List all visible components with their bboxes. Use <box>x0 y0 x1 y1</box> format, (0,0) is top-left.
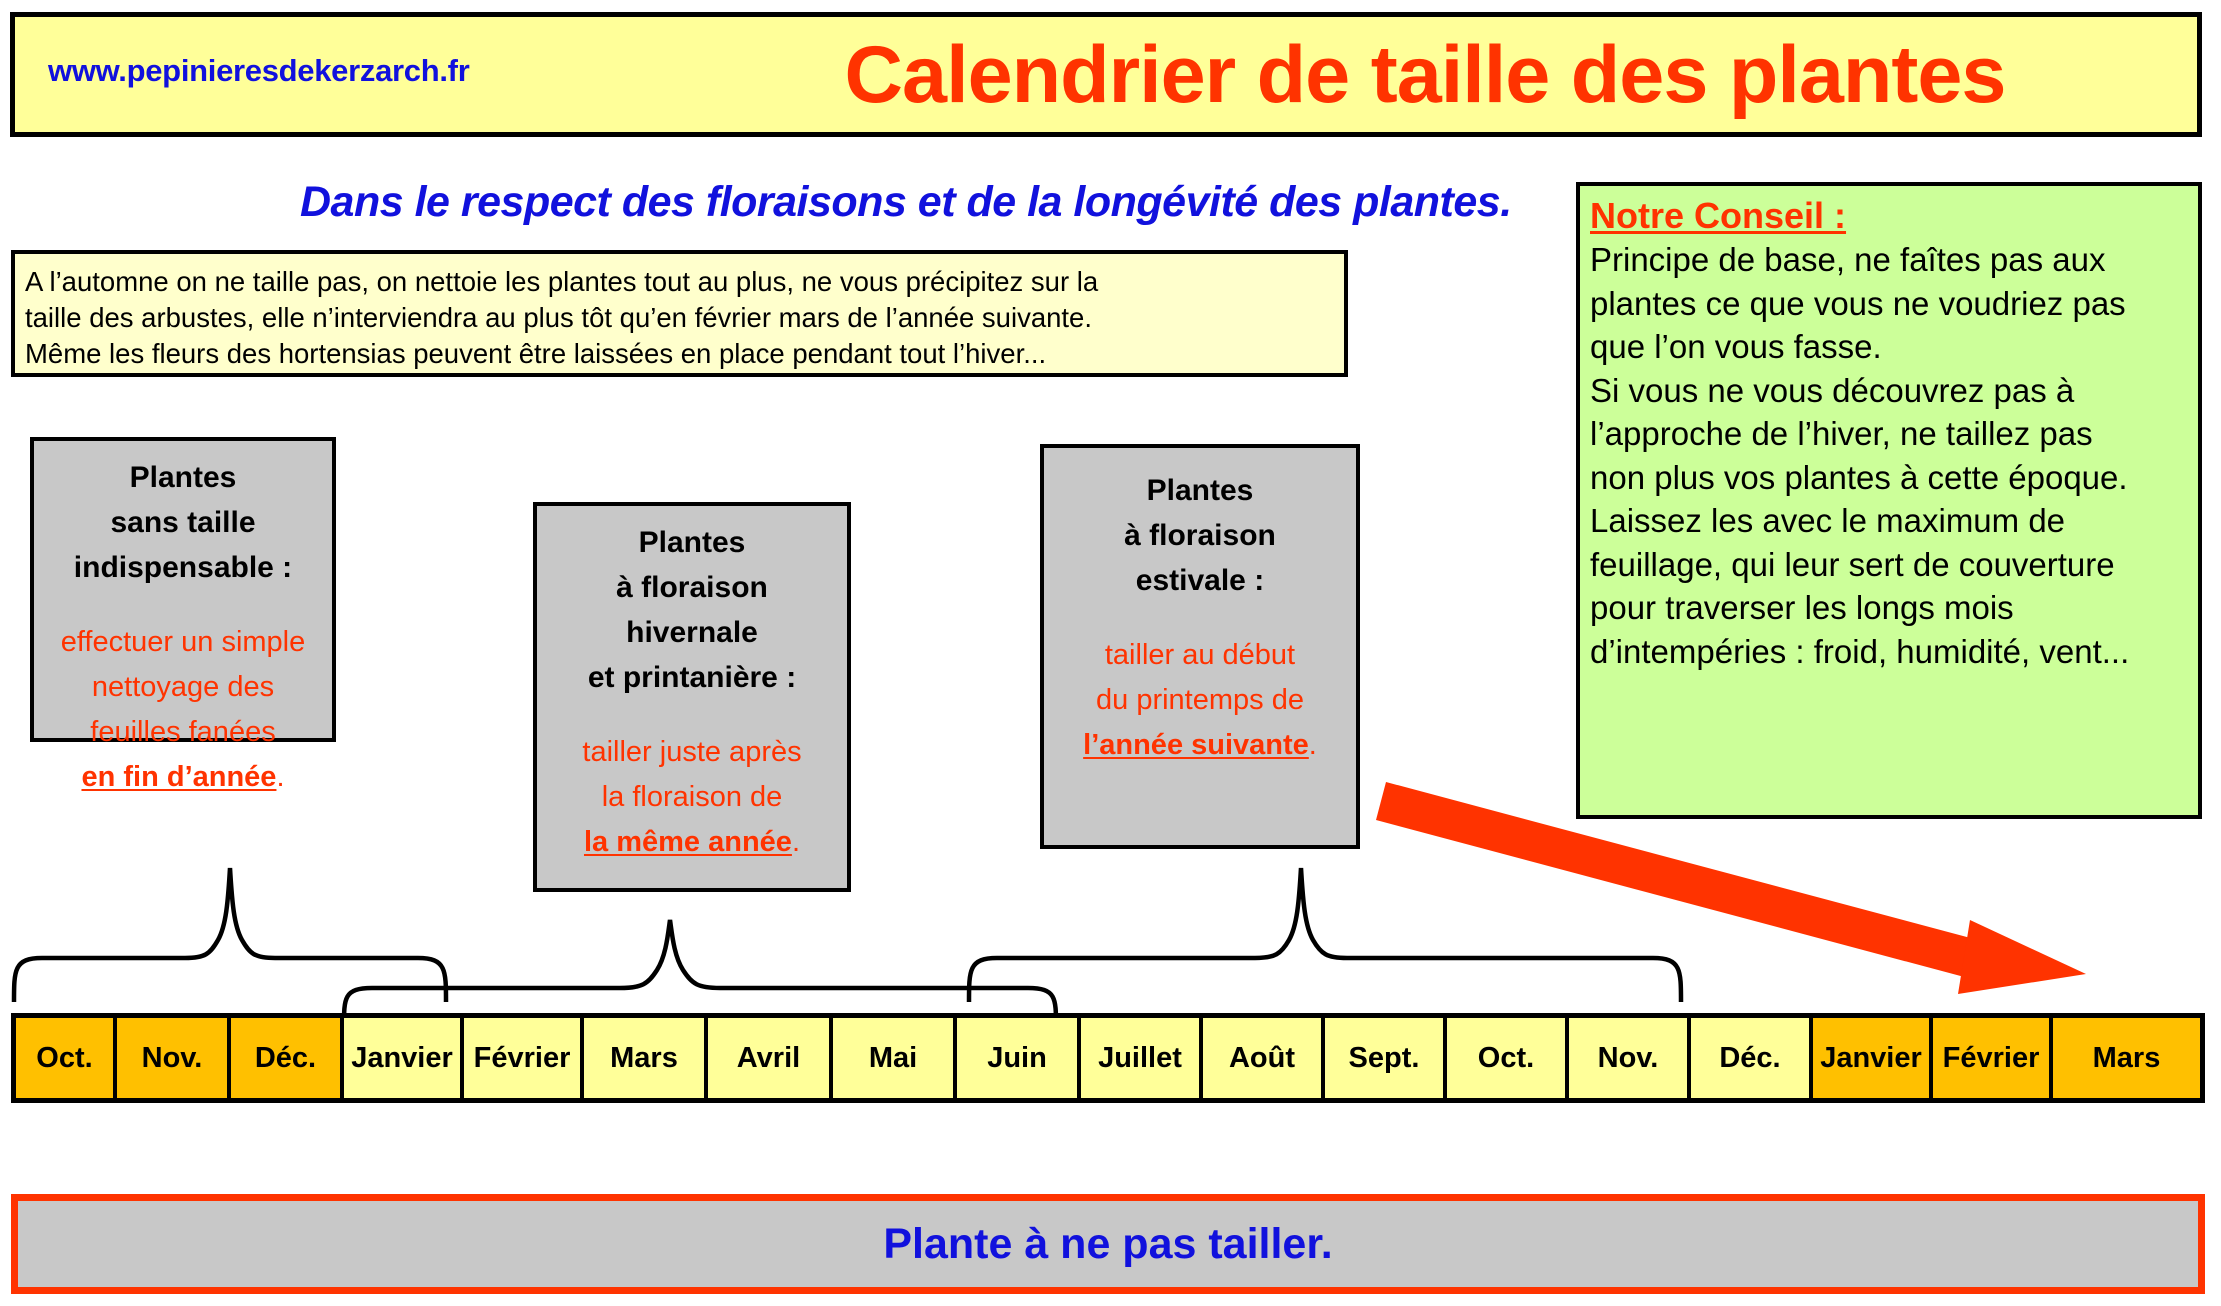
month-cell[interactable]: Janvier <box>1813 1018 1933 1098</box>
category-action-line: tailler juste après <box>582 736 802 768</box>
advice-line: l’approche de l’hiver, ne taillez pas <box>1590 415 2093 452</box>
month-cell[interactable]: Oct. <box>16 1018 117 1098</box>
month-cell[interactable]: Avril <box>708 1018 833 1098</box>
category-action-tail: . <box>276 761 285 793</box>
category-box-winter-spring-flowering: Plantes à floraison hivernale et printan… <box>533 502 851 892</box>
category-box-summer-flowering: Plantes à floraison estivale : tailler a… <box>1040 444 1360 849</box>
category-action-line: la floraison de <box>601 781 783 813</box>
category-action-line: du printemps de <box>1096 684 1304 716</box>
month-cell[interactable]: Juillet <box>1081 1018 1203 1098</box>
category-title-line: Plantes <box>129 461 237 494</box>
advice-line: Si vous ne vous découvrez pas à <box>1590 371 2075 409</box>
site-url-label: www.pepinieresdekerzarch.fr <box>48 53 470 88</box>
category-title-line: Plantes <box>1146 474 1254 507</box>
category-action-emphasis-line: la même année. <box>537 820 847 865</box>
category-action-emphasis: en fin d’année <box>81 761 277 793</box>
month-cell[interactable]: Sept. <box>1325 1018 1447 1098</box>
advice-title: Notre Conseil : <box>1590 195 1847 236</box>
advice-box: Notre Conseil : Principe de base, ne faî… <box>1576 182 2202 819</box>
advice-line: que l’on vous fasse. <box>1590 328 1882 365</box>
advice-line: Laissez les avec le maximum de <box>1590 502 2066 539</box>
month-cell[interactable]: Nov. <box>1569 1018 1691 1098</box>
category-action-tail: . <box>791 826 800 858</box>
month-cell[interactable]: Mai <box>833 1018 957 1098</box>
category-action-emphasis: l’année suivante <box>1083 729 1309 761</box>
category-action-line: tailler au début <box>1104 639 1296 671</box>
month-cell[interactable]: Mars <box>2053 1018 2200 1098</box>
subtitle: Dans le respect des floraisons et de la … <box>300 178 1512 226</box>
do-not-prune-banner: Plante à ne pas tailler. <box>11 1194 2205 1294</box>
category-title-line: sans taille <box>110 506 256 539</box>
category-action-emphasis-line: en fin d’année. <box>34 755 332 800</box>
poster-canvas: www.pepinieresdekerzarch.fr Calendrier d… <box>0 0 2221 1306</box>
category-action-line: nettoyage des <box>91 671 275 703</box>
month-cell[interactable]: Février <box>464 1018 584 1098</box>
advice-line: plantes ce que vous ne voudriez pas <box>1590 284 2126 322</box>
advice-line: d’intempéries : froid, humidité, vent... <box>1590 632 2130 670</box>
autumn-note-box: A l’automne on ne taille pas, on nettoie… <box>11 250 1348 377</box>
category-action-line: feuilles fanées <box>90 716 276 748</box>
advice-line: non plus vos plantes à cette époque. <box>1590 458 2128 496</box>
category-title-line: estivale : <box>1135 564 1265 597</box>
category-title-line: à floraison <box>1124 519 1276 552</box>
advice-line: pour traverser les longs mois <box>1590 589 2014 626</box>
category-title-line: et printanière : <box>587 661 797 694</box>
month-cell[interactable]: Déc. <box>231 1018 344 1098</box>
category-action-emphasis: la même année <box>583 826 792 858</box>
page-title: Calendrier de taille des plantes <box>844 30 2007 120</box>
month-cell[interactable]: Oct. <box>1447 1018 1569 1098</box>
category-title-line: à floraison <box>616 571 768 604</box>
category-action-tail: . <box>1308 729 1317 761</box>
advice-body: Principe de base, ne faîtes pas aux plan… <box>1590 238 2190 673</box>
month-timeline: Oct. Nov. Déc. Janvier Février Mars Avri… <box>11 1013 2205 1103</box>
category-title-line: Plantes <box>638 526 746 559</box>
month-cell[interactable]: Nov. <box>117 1018 231 1098</box>
advice-pointer-arrow <box>1376 782 2086 994</box>
month-cell[interactable]: Janvier <box>344 1018 464 1098</box>
month-cell[interactable]: Déc. <box>1691 1018 1813 1098</box>
month-cell[interactable]: Août <box>1203 1018 1325 1098</box>
do-not-prune-label: Plante à ne pas tailler. <box>883 1219 1333 1268</box>
advice-line: Principe de base, ne faîtes pas aux <box>1590 241 2106 278</box>
autumn-note-line-2: taille des arbustes, elle n’interviendra… <box>25 302 1092 333</box>
category-title-line: indispensable : <box>73 551 293 584</box>
category-title-line: hivernale <box>626 616 758 649</box>
category-box-no-pruning: Plantes sans taille indispensable : effe… <box>30 437 336 793</box>
month-cell[interactable]: Juin <box>957 1018 1081 1098</box>
month-cell[interactable]: Mars <box>584 1018 708 1098</box>
month-cell[interactable]: Février <box>1933 1018 2053 1098</box>
category-action-emphasis-line: l’année suivante. <box>1044 723 1356 768</box>
autumn-note-line-3: Même les fleurs des hortensias peuvent ê… <box>25 338 1047 369</box>
category-action-line: effectuer un simple <box>60 626 306 658</box>
advice-line: feuillage, qui leur sert de couverture <box>1590 545 2115 583</box>
header-banner: www.pepinieresdekerzarch.fr Calendrier d… <box>10 12 2202 137</box>
autumn-note-line-1: A l’automne on ne taille pas, on nettoie… <box>25 266 1099 297</box>
